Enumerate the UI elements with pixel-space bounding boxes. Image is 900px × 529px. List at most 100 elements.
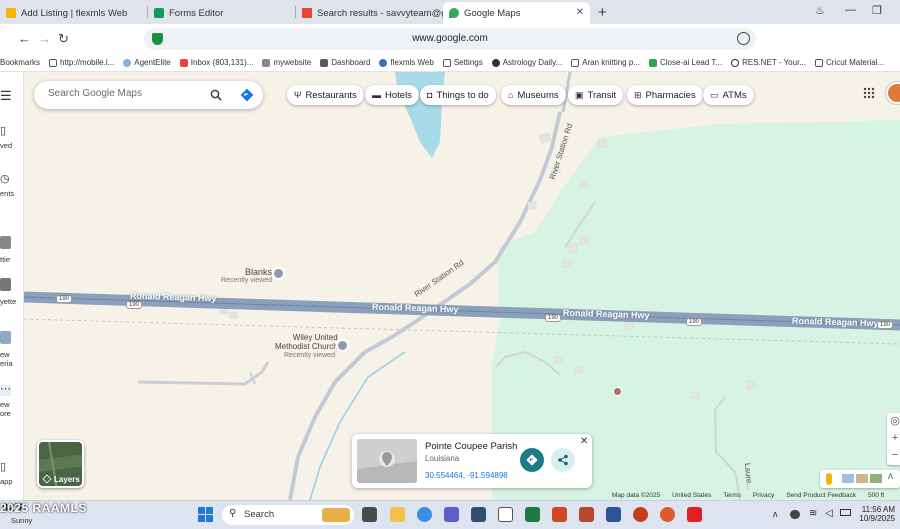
zoom-in-button[interactable]: + [887,430,900,447]
bookmark-item[interactable]: Aran knitting p... [571,58,640,67]
copilot-icon[interactable] [417,507,432,522]
taskbar-clock[interactable]: 11:56 AM 10/9/2025 [857,505,895,523]
transit-icon: ▣ [575,89,584,100]
map-type-icon[interactable] [870,474,882,483]
bookmarks-bar: Bookmarks http://mobile.l... AgentElite … [0,54,900,72]
word-icon[interactable] [606,507,621,522]
close-icon[interactable]: ✕ [580,436,588,447]
back-arrow-icon[interactable]: ← [18,31,31,46]
share-button[interactable] [551,448,575,472]
bookmark-item[interactable]: Close-ai Lead T... [648,58,722,67]
new-tab-button[interactable]: + [590,4,615,21]
rail-view-more[interactable]: ⋯ ew ore [0,376,24,427]
acrobat-icon[interactable] [687,507,702,522]
task-view-icon[interactable] [362,507,377,522]
place-marker-icon[interactable] [272,267,285,280]
tab-flexmls[interactable]: Add Listing | flexmls Web [0,2,147,24]
powerpoint-icon[interactable] [579,507,594,522]
place-coordinates[interactable]: 30.554464, -91.594898 [425,471,508,480]
taskbar-search[interactable]: ⚲ Search [222,505,354,525]
place-title: Pointe Coupee Parish [425,441,518,452]
bookmark-item[interactable]: Astrology Daily... [491,58,562,67]
chip-label: Pharmacies [645,89,696,101]
chip-pharmacies[interactable]: ⊞ Pharmacies [627,85,703,105]
pin-marker-icon[interactable] [613,387,622,396]
chip-things-to-do[interactable]: ◘ Things to do [420,85,496,105]
rail-recents[interactable]: ◷ ents [0,172,24,198]
rail-recent-place[interactable]: yette [0,278,24,306]
tab-google-maps[interactable]: Google Maps ✕ [443,2,590,24]
forward-arrow-icon[interactable]: → [38,31,51,46]
bookmark-item[interactable]: Settings [442,58,483,67]
rail-get-app[interactable]: ▯ app [0,460,24,486]
pegman-icon[interactable] [826,473,832,485]
restore-icon[interactable]: ❐ [872,4,882,17]
search-input[interactable] [48,88,208,99]
layers-button[interactable]: Layers [37,440,84,488]
place-name[interactable]: Wiley United Methodist Church [275,333,338,351]
bookmark-item[interactable]: flexmls Web [379,58,434,67]
map-type-icon[interactable] [842,474,854,483]
chip-transit[interactable]: ▣ Transit [568,85,624,105]
place-thumbnail[interactable] [357,439,417,483]
bookmark-item[interactable]: Dashboard [320,58,370,67]
chip-hotels[interactable]: ▬ Hotels [365,85,419,105]
attribution-link[interactable]: United States [672,492,711,499]
map-type-icon[interactable] [856,474,868,483]
snipping-tool-icon[interactable] [552,507,567,522]
battery-icon[interactable] [840,509,851,516]
office-icon[interactable] [633,507,648,522]
zoom-out-button[interactable]: − [887,447,900,464]
photos-icon[interactable] [498,507,513,522]
rail-saved[interactable]: ▯ ved [0,124,24,150]
volume-icon[interactable]: ◁ [825,508,833,519]
excel-icon[interactable] [525,507,540,522]
attribution-link[interactable]: Privacy [753,492,774,499]
expand-icon[interactable]: ʌ [888,471,893,482]
tab-gmail[interactable]: Search results - savvyteam@gmail [296,2,443,24]
bookmark-item[interactable]: RES.NET - Your... [731,58,806,67]
directions-button[interactable] [520,448,544,472]
church-marker-icon[interactable] [336,339,349,352]
search-icon[interactable] [210,89,222,101]
bookmark-item[interactable]: AgentElite [123,58,171,67]
address-bar[interactable]: www.google.com [144,28,756,50]
chip-museums[interactable]: ⌂ Museums [501,85,566,105]
tab-forms-editor[interactable]: Forms Editor [148,2,295,24]
bookmark-label: RES.NET - Your... [742,58,806,67]
rail-recent-place[interactable]: ew eria [0,322,24,377]
profile-fire-icon[interactable]: ♨ [815,4,825,17]
compass-icon[interactable]: ◎ [887,413,900,430]
google-apps-icon[interactable] [863,87,875,99]
maps-search-box[interactable] [34,81,263,109]
place-name[interactable]: Blanks [245,267,272,277]
wifi-icon[interactable]: ≋ [809,508,817,519]
app-icon[interactable] [471,507,486,522]
minimize-icon[interactable]: — [845,4,856,16]
bookmark-item[interactable]: mywebsite [262,58,311,67]
directions-icon[interactable] [240,88,254,102]
tab-close-icon[interactable]: ✕ [576,7,584,18]
menu-icon[interactable]: ☰ [0,88,12,104]
chip-restaurants[interactable]: Ψ Restaurants [287,85,364,105]
reload-icon[interactable]: ↻ [58,31,69,47]
scale-label[interactable]: 500 ft [868,492,884,499]
bookmark-item[interactable]: http://mobile.l... [49,58,114,67]
place-card[interactable]: Pointe Coupee Parish Louisiana 30.554464… [352,434,592,488]
duckduckgo-icon[interactable] [660,507,675,522]
tray-app-icon[interactable] [790,510,800,519]
cast-icon[interactable] [737,32,750,45]
attribution-link[interactable]: Terms [723,492,741,499]
teams-icon[interactable] [444,507,459,522]
bookmark-folder[interactable]: Bookmarks [0,58,40,67]
chip-atms[interactable]: ▭ ATMs [703,85,754,105]
attribution-link[interactable]: Send Product Feedback [786,492,856,499]
rail-recent-place[interactable]: ttie [0,236,24,264]
file-explorer-icon[interactable] [390,507,405,522]
windows-start-icon[interactable] [198,507,213,522]
street-view-controls[interactable]: ʌ [820,470,900,488]
bookmark-item[interactable]: Inbox (803,131)... [179,58,253,67]
tray-chevron-icon[interactable]: ʌ [773,509,778,519]
bookmark-icon: ▯ [0,125,7,137]
bookmark-item[interactable]: Cricut Material... [814,58,884,67]
